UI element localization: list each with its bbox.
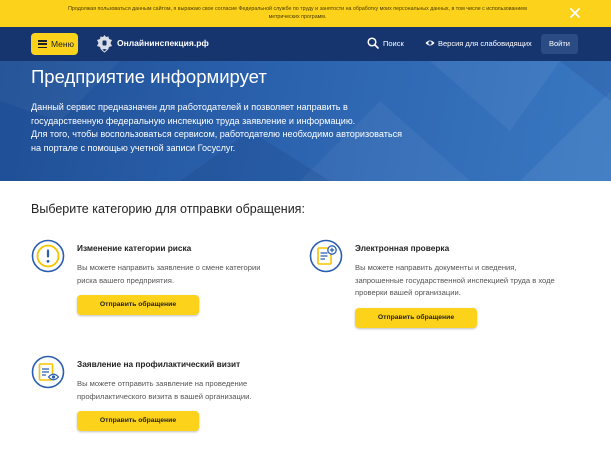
page-title: Предприятие информирует (31, 66, 267, 87)
card-description-line: Вы можете отправить заявление на проведе… (77, 379, 248, 388)
hero-description-line: на портале с помощью учетной записи Госу… (31, 143, 236, 154)
card-description-line: запрошенные государственной инспекцией т… (355, 275, 555, 285)
card-title: Изменение категории риска (77, 243, 192, 253)
eye-icon (425, 40, 435, 46)
card-description-line: профилактического визита в вашей организ… (77, 391, 252, 401)
hero-description-line: государственную федеральную инспекцию тр… (31, 115, 356, 126)
card-description-line: Вы можете направить документы и сведения… (355, 263, 517, 272)
card-title: Заявление на профилактический визит (77, 359, 241, 369)
send-request-button[interactable]: Отправить обращение (77, 295, 199, 315)
hero-description: Данный сервис предназначен для работодат… (31, 101, 402, 156)
coat-of-arms-icon[interactable] (96, 34, 113, 53)
hero-description-line: Данный сервис предназначен для работодат… (31, 102, 348, 112)
card-description: Вы можете отправить заявление на проведе… (77, 378, 251, 403)
card-description-line: Вы можете направить заявление о смене ка… (77, 263, 261, 272)
login-button[interactable]: Войти (541, 34, 578, 54)
hamburger-icon (38, 40, 47, 49)
hero-banner: Предприятие информирует Данный сервис пр… (0, 61, 611, 181)
alert-circle-icon (31, 239, 65, 273)
cookie-text: Продолжая пользоваться данным сайтом, я … (40, 5, 555, 21)
category-card-risk: Изменение категории риска Вы можете напр… (31, 239, 291, 319)
category-card-electronic-check: Электронная проверка Вы можете направить… (309, 239, 589, 331)
send-request-button[interactable]: Отправить обращение (77, 411, 199, 431)
menu-label: Меню (51, 38, 74, 49)
close-icon[interactable] (568, 6, 582, 20)
section-title: Выберите категорию для отправки обращени… (31, 202, 305, 216)
card-title: Электронная проверка (355, 243, 450, 253)
card-description-line: риска вашего предприятия. (77, 275, 174, 285)
hero-description-line: Для того, чтобы воспользоваться сервисом… (31, 129, 403, 140)
menu-button[interactable]: Меню (31, 33, 78, 55)
card-description-line: проверки вашей организации. (355, 288, 461, 297)
card-description: Вы можете направить документы и сведения… (355, 262, 555, 300)
cookie-text-line: Продолжая пользоваться данным сайтом, я … (68, 6, 527, 12)
search-icon (367, 37, 379, 49)
low-vision-label: Версия для слабовидящих (438, 39, 532, 48)
document-view-icon (31, 355, 65, 389)
document-add-icon (309, 239, 343, 273)
site-header: Меню Онлайнинспекция.рф Поиск Версия для… (0, 27, 611, 61)
cookie-text-line: метрических программ. (268, 14, 327, 20)
send-request-button[interactable]: Отправить обращение (355, 308, 477, 328)
card-description: Вы можете направить заявление о смене ка… (77, 262, 260, 287)
logo-text[interactable]: Онлайнинспекция.рф (117, 38, 209, 48)
cookie-banner: Продолжая пользоваться данным сайтом, я … (0, 0, 611, 27)
search-label: Поиск (383, 39, 404, 48)
category-card-preventive-visit: Заявление на профилактический визит Вы м… (31, 355, 311, 435)
